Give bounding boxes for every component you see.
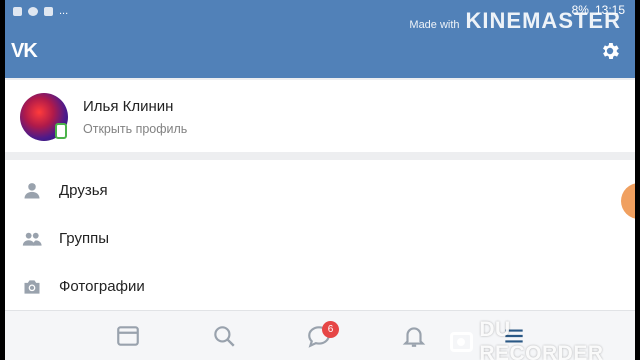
profile-name[interactable]: Илья Клинин (83, 98, 173, 115)
recorder-camera-icon (450, 332, 474, 352)
menu-item-label: Группы (59, 230, 109, 247)
menu-item-photos[interactable]: Фотографии (5, 263, 635, 311)
messages-badge: 6 (322, 321, 339, 338)
watermark-brand: KINEMASTER (465, 8, 621, 33)
menu-list: Друзья Группы Фотографии (5, 160, 635, 310)
kinemaster-watermark: Made with KINEMASTER (409, 8, 621, 34)
more-notifications: ... (59, 5, 69, 17)
vk-logo: VK (11, 40, 38, 62)
newsfeed-icon[interactable] (115, 323, 141, 349)
watermark-text: DU RECORDER (479, 318, 604, 360)
profile-card[interactable]: Илья Клинин Открыть профиль (5, 80, 635, 152)
menu-item-label: Друзья (59, 182, 108, 199)
search-icon[interactable] (211, 323, 237, 349)
menu-item-groups[interactable]: Группы (5, 215, 635, 263)
menu-item-label: Фотографии (59, 278, 145, 295)
menu-item-friends[interactable]: Друзья (5, 167, 635, 215)
watermark-prefix: Made with (409, 19, 460, 31)
status-icons-left: ... (13, 5, 68, 17)
du-recorder-watermark: DU RECORDER (450, 318, 635, 360)
bell-icon[interactable] (401, 323, 427, 349)
open-profile-link[interactable]: Открыть профиль (83, 122, 187, 136)
chat-notification-icon (28, 6, 38, 16)
camera-icon (24, 280, 40, 294)
people-icon (22, 232, 42, 246)
notification-icon (13, 6, 22, 16)
gallery-notification-icon (44, 6, 53, 16)
gear-icon[interactable] (599, 40, 621, 62)
person-icon (24, 183, 40, 199)
app-screen: ... 8% 13:15 VK Made with KINEMASTER Иль… (5, 0, 635, 360)
mobile-online-icon (55, 123, 67, 139)
